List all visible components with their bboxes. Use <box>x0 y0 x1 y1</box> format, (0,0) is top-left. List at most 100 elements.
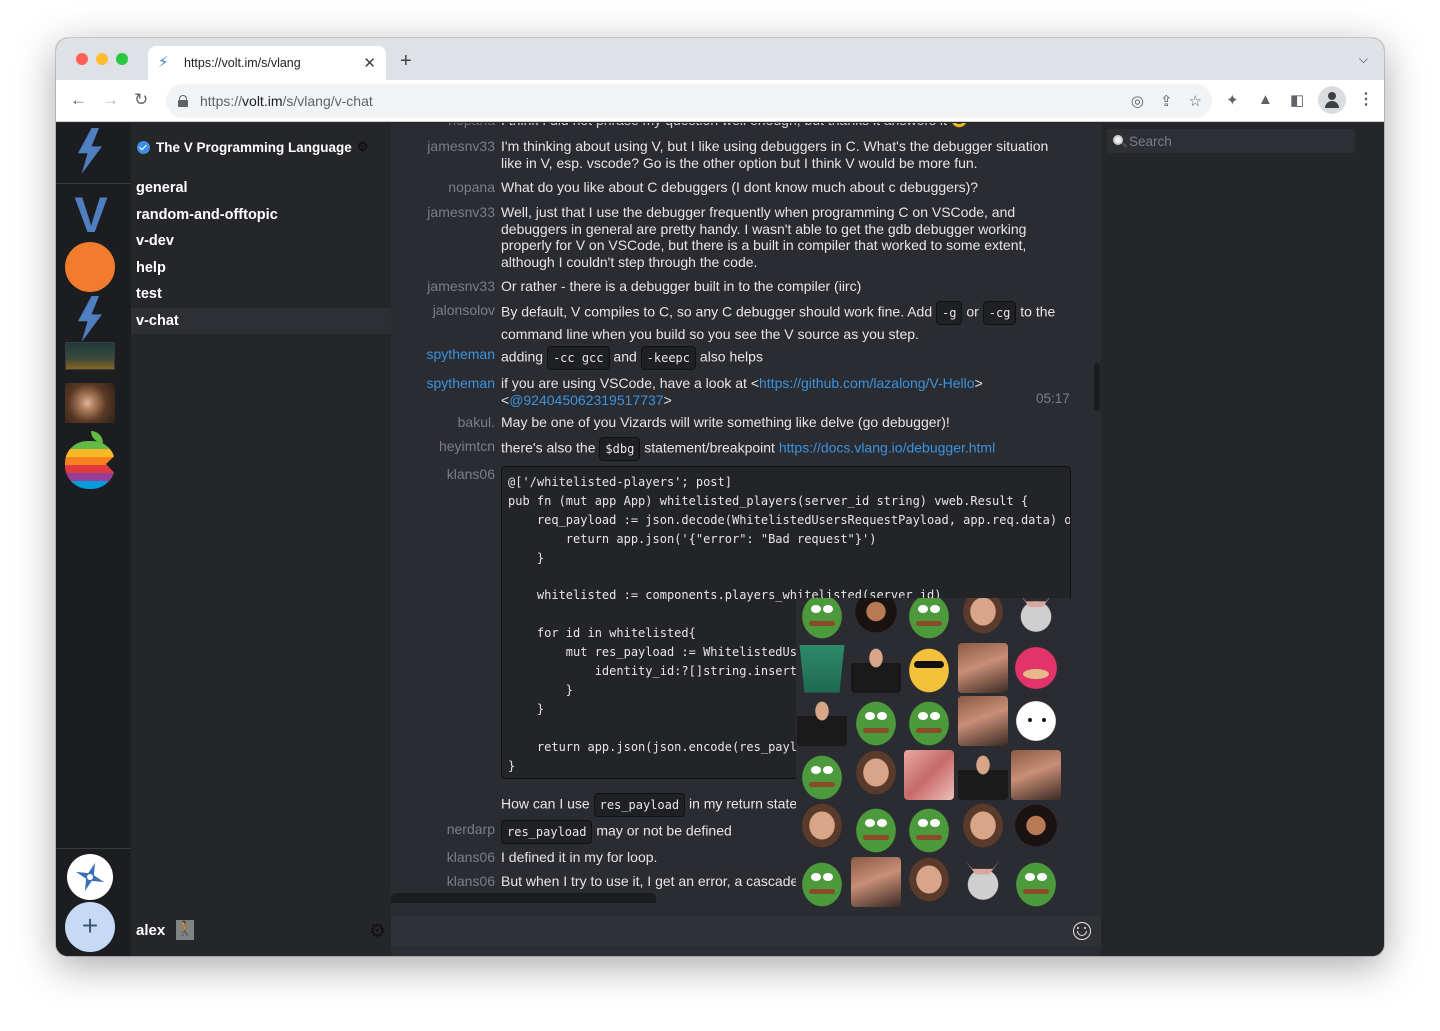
message-author[interactable]: jamesnv33 <box>391 278 495 295</box>
horizontal-scrollbar[interactable] <box>391 893 656 903</box>
explore-servers-button[interactable] <box>64 851 116 903</box>
back-button[interactable]: ← <box>70 90 87 110</box>
emoji-risitas[interactable] <box>904 856 954 907</box>
message-author[interactable]: klans06 <box>391 849 495 866</box>
server-name[interactable]: The V Programming Language ⚙ <box>137 139 368 155</box>
lightning-bolt-icon: ⚡︎ <box>158 54 169 71</box>
server-settings-gear-icon[interactable]: ⚙ <box>357 139 369 155</box>
reload-button[interactable]: ↻ <box>134 90 148 110</box>
puzzle-icon[interactable]: ✦ <box>1226 91 1239 109</box>
address-bar[interactable]: https://volt.im/s/vlang/v-chat ◎ ⇪ ☆ <box>166 84 1212 118</box>
message-text: By default, V compiles to C, so any C de… <box>501 301 1061 344</box>
message-list-scrollbar[interactable] <box>1094 363 1100 411</box>
message-text: What do you like about C debuggers (I do… <box>501 179 979 195</box>
channel-general[interactable]: general <box>131 175 391 202</box>
maximize-window-button[interactable] <box>116 53 128 65</box>
emoji-pepe-sunglasses[interactable] <box>904 642 954 693</box>
inline-code: -cg <box>982 301 1017 325</box>
emoji-green-bin[interactable] <box>799 645 845 693</box>
eye-off-icon[interactable]: ◎ <box>1131 92 1144 110</box>
emoji-risitas-laugh[interactable] <box>1011 749 1061 800</box>
channel-v-dev[interactable]: v-dev <box>131 228 391 255</box>
emoji-bob-ross-pixel[interactable] <box>1011 803 1061 853</box>
emoji-leo-toast[interactable] <box>957 749 1008 800</box>
tab-search-chevron-icon[interactable]: ⌵ <box>1359 52 1368 67</box>
tab-bar: ⚡︎ https://volt.im/s/vlang ✕ + ⌵ <box>56 38 1384 80</box>
emoji-pepe-dino[interactable] <box>850 803 901 853</box>
message-text: Or rather - there is a debugger built in… <box>501 278 862 294</box>
message-author[interactable]: nerdarp <box>391 820 495 839</box>
emoji-rdj-eyeroll[interactable] <box>797 696 847 746</box>
emoji-monka-eyes[interactable] <box>1011 696 1061 746</box>
kebab-menu-icon[interactable]: ⋮ <box>1358 90 1374 110</box>
channel-v-chat[interactable]: v-chat <box>131 307 391 334</box>
emoji-pepe-hands[interactable] <box>850 696 901 746</box>
emoji-michael-scott[interactable] <box>957 696 1008 746</box>
server-elden-ring[interactable] <box>64 339 116 373</box>
channel-help[interactable]: help <box>131 255 391 282</box>
server-volt[interactable] <box>64 293 116 345</box>
message-author[interactable]: nopana <box>391 123 495 129</box>
sidebar-icon[interactable]: ◧ <box>1290 91 1304 109</box>
server-vlang[interactable]: V <box>64 189 116 241</box>
emoji-monka-s[interactable] <box>797 749 847 800</box>
tab-title: https://volt.im/s/vlang <box>184 56 301 70</box>
emoji-facepalm[interactable] <box>797 803 847 853</box>
message-author[interactable]: heyimtcn <box>391 437 495 456</box>
message-author[interactable]: nopana <box>391 179 495 196</box>
message-author[interactable]: jamesnv33 <box>391 138 495 155</box>
minimize-window-button[interactable] <box>96 53 108 65</box>
add-server-button[interactable]: + <box>64 901 116 953</box>
close-tab-icon[interactable]: ✕ <box>363 54 376 72</box>
profile-icon[interactable] <box>1318 86 1346 114</box>
close-window-button[interactable] <box>76 53 88 65</box>
message-link[interactable]: https://docs.vlang.io/debugger.html <box>779 440 995 456</box>
apple-logo-icon <box>65 431 115 489</box>
channel-random-and-offtopic[interactable]: random-and-offtopic <box>131 202 391 229</box>
new-tab-button[interactable]: + <box>400 50 412 72</box>
message-author[interactable]: klans06 <box>391 466 495 483</box>
message-author[interactable]: jalonsolov <box>391 301 495 320</box>
emoji-leo-laugh[interactable] <box>850 642 901 693</box>
server-orange[interactable] <box>64 241 116 293</box>
server-apple[interactable] <box>64 429 116 491</box>
message-author[interactable]: bakul. <box>391 414 495 431</box>
emoji-lips[interactable] <box>904 749 954 800</box>
user-settings-gear-icon[interactable]: ⚙ <box>369 920 386 943</box>
channel-test[interactable]: test <box>131 281 391 308</box>
message-text: I think I did not phrase my question wel… <box>501 123 1061 129</box>
emoji-pog-champ[interactable] <box>850 749 901 800</box>
emoji-goblin[interactable] <box>797 598 847 639</box>
browser-tab[interactable]: ⚡︎ https://volt.im/s/vlang ✕ <box>148 46 386 80</box>
emoji-grey-face[interactable] <box>1011 598 1061 639</box>
message-author[interactable]: spytheman <box>391 346 495 363</box>
server-volt-home[interactable] <box>64 125 116 177</box>
emoji-kappa-cat[interactable] <box>957 856 1008 907</box>
smiley-icon[interactable] <box>1073 922 1091 940</box>
user-mention-link[interactable]: @924045062319517737 <box>509 392 663 408</box>
message-author[interactable]: jamesnv33 <box>391 204 495 221</box>
share-icon[interactable]: ⇪ <box>1160 92 1173 110</box>
emoji-pepe-happy[interactable] <box>1011 856 1061 907</box>
emoji-goblin-green[interactable] <box>904 598 954 639</box>
message-composer[interactable] <box>391 916 1101 946</box>
search-input[interactable]: Search <box>1107 129 1355 153</box>
star-icon[interactable]: ☆ <box>1189 92 1202 110</box>
flask-icon[interactable]: ▲ <box>1258 91 1273 108</box>
emoji-knuckles[interactable] <box>1011 642 1061 693</box>
emoji-pepe-laugh[interactable] <box>904 803 954 853</box>
emoji-roll-safe[interactable] <box>957 642 1008 693</box>
emoji-salute[interactable] <box>850 856 901 907</box>
emoji-kermit-man[interactable] <box>957 803 1008 853</box>
emoji-pepe-sit[interactable] <box>797 856 847 907</box>
lock-icon <box>178 95 188 107</box>
message-author[interactable]: klans06 <box>391 873 495 890</box>
server-pascal[interactable] <box>64 381 116 425</box>
emoji-angry-man[interactable] <box>957 598 1008 639</box>
emoji-pepe-cry[interactable] <box>904 696 954 746</box>
emoji-bob-ross[interactable] <box>850 598 901 639</box>
logout-icon[interactable] <box>176 920 194 940</box>
forward-button[interactable]: → <box>102 90 119 110</box>
message-link[interactable]: https://github.com/lazalong/V-Hello <box>759 375 975 391</box>
message-author[interactable]: spytheman <box>391 375 495 392</box>
